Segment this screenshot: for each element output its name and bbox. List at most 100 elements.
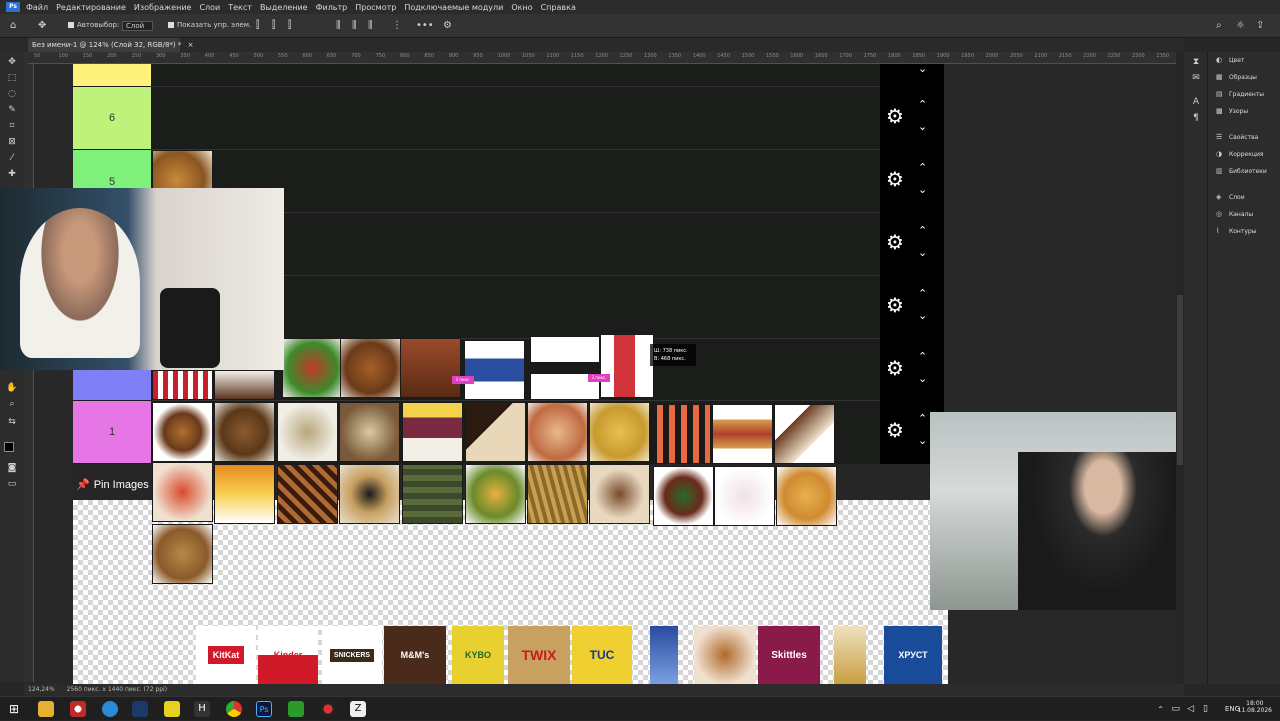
brand-image[interactable]: Kinder	[258, 626, 318, 684]
tier-settings-gear-icon[interactable]: ⚙	[886, 358, 906, 378]
history-icon[interactable]: ⧗	[1190, 56, 1202, 68]
nvidia-icon[interactable]	[288, 701, 304, 717]
chevron-down-icon[interactable]: ⌄	[918, 310, 927, 321]
food-image[interactable]	[400, 338, 461, 398]
start-icon[interactable]: ⊞	[6, 701, 22, 717]
eyedropper-tool-icon[interactable]: ⁄	[6, 152, 18, 164]
autoselect-select[interactable]: Слой	[122, 21, 154, 31]
marquee-tool-icon[interactable]: ⬚	[6, 72, 18, 84]
lasso-tool-icon[interactable]: ◌	[6, 88, 18, 100]
home-icon[interactable]: ⌂	[10, 20, 16, 31]
tier-settings-gear-icon[interactable]: ⚙	[886, 420, 906, 440]
align-middle-icon[interactable]: ⫼	[352, 20, 357, 31]
chevron-down-icon[interactable]: ⌄	[918, 247, 927, 258]
tier-settings-gear-icon[interactable]: ⚙	[886, 295, 906, 315]
document-tab[interactable]: Без имени-1 @ 124% (Слой 32, RGB/8*) * ×	[28, 38, 193, 52]
volume-icon[interactable]: ◁	[1187, 704, 1194, 714]
food-image[interactable]	[214, 464, 275, 524]
browser-icon[interactable]	[102, 701, 118, 717]
steam-icon[interactable]	[132, 701, 148, 717]
photoshop-taskbar-icon[interactable]: Ps	[256, 701, 272, 717]
food-image[interactable]	[712, 404, 773, 464]
panel-color[interactable]: ◐ Цвет	[1216, 56, 1244, 64]
menu-image[interactable]: Изображение	[134, 3, 192, 12]
food-image[interactable]	[600, 334, 654, 398]
search-icon[interactable]: ⌕	[1216, 20, 1222, 31]
show-controls-checkbox[interactable]: Показать упр. элем.	[168, 21, 251, 29]
food-image[interactable]	[653, 466, 714, 526]
brand-image[interactable]: KitKat	[196, 626, 256, 684]
character-icon[interactable]: A	[1190, 96, 1202, 108]
brand-image[interactable]	[650, 626, 678, 684]
chevron-up-icon[interactable]: ⌃	[918, 162, 927, 173]
chevron-down-icon[interactable]: ⌄	[918, 435, 927, 446]
comments-icon[interactable]: ✉	[1190, 72, 1202, 84]
app-icon[interactable]: H	[194, 701, 210, 717]
food-image[interactable]	[340, 338, 401, 398]
settings-gear-icon[interactable]: ⚙	[443, 20, 452, 31]
menu-text[interactable]: Текст	[228, 3, 252, 12]
food-image[interactable]	[530, 336, 600, 400]
food-image[interactable]	[774, 404, 835, 464]
panel-adjustments[interactable]: ◑ Коррекция	[1216, 150, 1263, 158]
panel-swatches[interactable]: ▦ Образцы	[1216, 73, 1257, 81]
vertical-scrollbar-thumb[interactable]	[1177, 295, 1183, 465]
chevron-up-icon[interactable]: ⌃	[918, 99, 927, 110]
align-left-icon[interactable]: ⫿	[256, 20, 259, 31]
brand-image[interactable]: TUC	[572, 626, 632, 684]
move-tool-icon[interactable]: ✥	[38, 20, 46, 31]
panel-channels[interactable]: ◎ Каналы	[1216, 210, 1253, 218]
food-image[interactable]	[152, 462, 213, 522]
food-image[interactable]	[339, 402, 400, 462]
brand-image[interactable]: Skittles	[758, 626, 820, 684]
food-image[interactable]	[214, 370, 275, 400]
photoshop-logo-icon[interactable]: Ps	[6, 2, 20, 12]
chevron-up-icon[interactable]: ⌃	[918, 351, 927, 362]
battery-icon[interactable]: ▯	[1203, 704, 1208, 714]
zoom-level[interactable]: 124,24%	[28, 686, 55, 693]
swap-colors-icon[interactable]: ⇆	[6, 416, 18, 428]
tier-settings-gear-icon[interactable]: ⚙	[886, 232, 906, 252]
food-image[interactable]	[650, 404, 711, 464]
align-bottom-icon[interactable]: ⫼	[368, 20, 373, 31]
menu-help[interactable]: Справка	[541, 3, 576, 12]
chevron-up-icon[interactable]: ⌃	[918, 225, 927, 236]
network-icon[interactable]: ▭	[1171, 704, 1180, 714]
align-top-icon[interactable]: ⫼	[336, 20, 341, 31]
menu-filter[interactable]: Фильтр	[316, 3, 348, 12]
brand-image[interactable]	[834, 626, 866, 684]
food-image[interactable]	[465, 464, 526, 524]
panel-layers[interactable]: ◈ Слои	[1216, 193, 1245, 201]
food-image[interactable]	[282, 338, 343, 398]
brand-image[interactable]: ХРУСТ	[884, 626, 942, 684]
tier-label-6[interactable]: 6	[73, 87, 151, 149]
chrome-icon[interactable]	[226, 701, 242, 717]
frame-tool-icon[interactable]: ⊠	[6, 136, 18, 148]
more-icon[interactable]: •••	[416, 20, 434, 31]
align-right-icon[interactable]: ⫿	[288, 20, 291, 31]
hand-tool-icon[interactable]: ✋	[6, 382, 18, 394]
crop-tool-icon[interactable]: ⌗	[6, 120, 18, 132]
document-tab-close-icon[interactable]: ×	[188, 41, 194, 49]
food-image[interactable]	[402, 402, 463, 462]
obs-icon[interactable]	[320, 701, 336, 717]
brand-image[interactable]	[694, 626, 756, 684]
autoselect-checkbox[interactable]: Автовыбор:	[68, 21, 119, 29]
food-image[interactable]	[339, 464, 400, 524]
menu-plugins[interactable]: Подключаемые модули	[404, 3, 503, 12]
food-image[interactable]	[527, 464, 588, 524]
menu-layers[interactable]: Слои	[199, 3, 220, 12]
align-center-icon[interactable]: ⫿	[272, 20, 275, 31]
tier-settings-gear-icon[interactable]: ⚙	[886, 169, 906, 189]
panel-patterns[interactable]: ▩ Узоры	[1216, 107, 1248, 115]
quick-select-tool-icon[interactable]: ✎	[6, 104, 18, 116]
food-image[interactable]	[152, 402, 213, 462]
tier-settings-gear-icon[interactable]: ⚙	[886, 106, 906, 126]
chevron-down-icon[interactable]: ⌄	[918, 121, 927, 132]
chevron-up-icon[interactable]: ⌃	[918, 413, 927, 424]
food-image[interactable]	[714, 466, 775, 526]
distribute-icon[interactable]: ⋮	[392, 20, 402, 31]
food-image[interactable]	[589, 464, 650, 524]
panel-libraries[interactable]: ▥ Библиотеки	[1216, 167, 1267, 175]
chevron-down-icon[interactable]: ⌄	[918, 184, 927, 195]
